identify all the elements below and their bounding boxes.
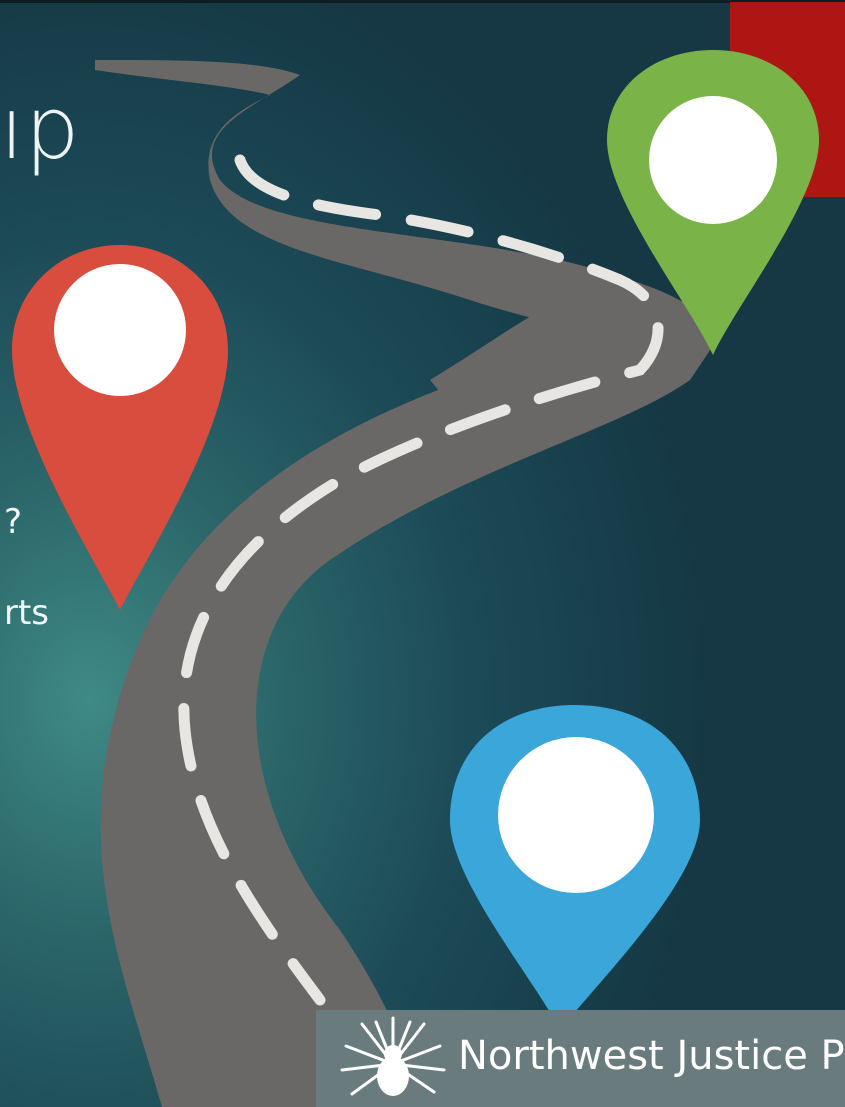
bullet-text-2: rts: [4, 593, 50, 633]
logo-box: Northwest Justice P: [316, 1010, 845, 1107]
organization-name: Northwest Justice P: [458, 1033, 845, 1079]
road-illustration: [12, 50, 819, 1107]
map-pin-blue-icon: [450, 705, 700, 1030]
sunburst-logo-icon: [340, 1016, 446, 1096]
bullet-text-1: ?: [4, 502, 23, 542]
slide: ıp ? rts Northwest Justice P: [0, 0, 845, 1107]
slide-title-fragment: ıp: [0, 79, 81, 179]
